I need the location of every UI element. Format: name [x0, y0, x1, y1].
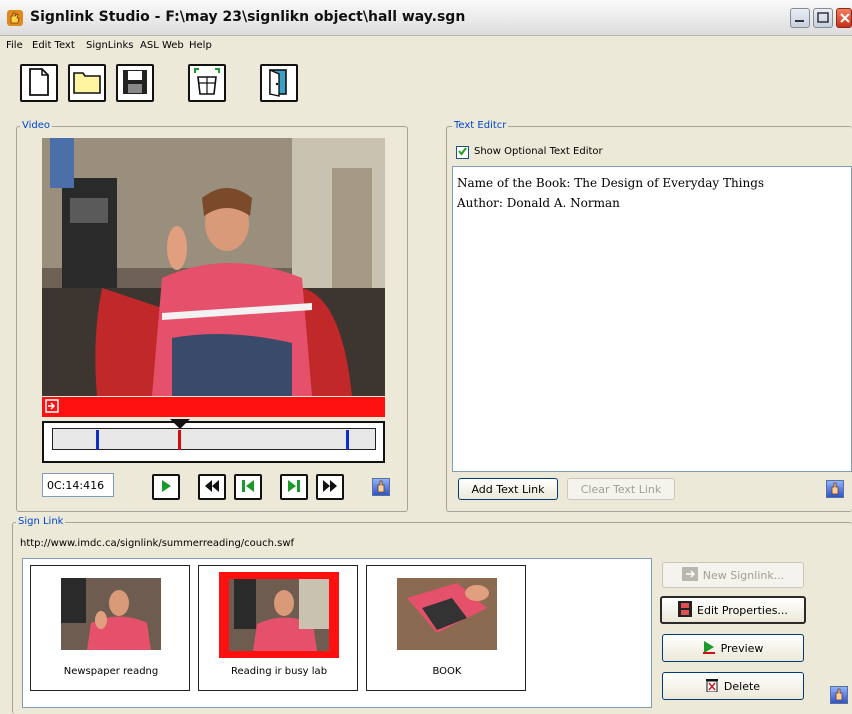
exit-button[interactable] [260, 64, 298, 102]
thumbnail-label-3: BOOK [432, 666, 462, 677]
video-status-bar [42, 397, 385, 417]
exit-door-icon [266, 67, 292, 100]
menu-signlinks[interactable]: SignLinks [86, 40, 134, 51]
preview-play-icon [702, 640, 715, 657]
playhead[interactable] [178, 430, 181, 450]
preview-button[interactable]: Preview [662, 634, 804, 662]
sign-link-help-button[interactable] [830, 686, 848, 704]
step-back-button[interactable] [234, 474, 262, 500]
app-hand-icon [6, 9, 24, 27]
open-folder-button[interactable] [68, 64, 106, 102]
properties-icon [678, 600, 693, 620]
maximize-button[interactable] [813, 8, 833, 28]
signlink-thumbnail-3[interactable]: BOOK [366, 565, 526, 691]
save-button[interactable] [116, 64, 154, 102]
capture-icon [192, 67, 222, 100]
menu-asl-web[interactable]: ASL Web [140, 40, 184, 51]
help-hand-icon [375, 479, 387, 496]
show-optional-label[interactable]: Show Optional Text Editor [474, 146, 603, 157]
trash-icon [705, 678, 718, 695]
fast-forward-button[interactable] [316, 474, 344, 500]
rewind-button[interactable] [198, 474, 226, 500]
delete-label: Delete [723, 679, 761, 693]
video-help-button[interactable] [372, 478, 390, 496]
capture-button[interactable] [188, 64, 226, 102]
thumbnail-image-3 [397, 578, 497, 650]
checkmark-icon [457, 146, 468, 160]
save-disk-icon [121, 68, 149, 99]
show-optional-checkbox[interactable] [456, 146, 469, 159]
signlink-thumbnail-1[interactable]: Newspaper readng [30, 565, 190, 691]
new-signlink-icon [681, 566, 698, 584]
help-hand-icon [829, 481, 841, 498]
edit-properties-label: Edit Properties... [697, 603, 788, 617]
play-icon [159, 478, 173, 497]
window-title: Signlink Studio - F:\may 23\signlikn obj… [30, 9, 466, 25]
signlink-thumbnail-2[interactable]: Reading ir busy lab [198, 565, 358, 691]
new-signlink-button[interactable]: New Signlink... [662, 562, 804, 588]
text-editor-area[interactable]: Name of the Book: The Design of Everyday… [452, 166, 852, 472]
thumbnail-label-2: Reading ir busy lab [230, 666, 328, 677]
step-forward-button[interactable] [280, 474, 308, 500]
minimize-button[interactable] [790, 8, 810, 28]
new-file-icon [28, 67, 50, 99]
fast-forward-icon [321, 478, 339, 497]
preview-label: Preview [720, 641, 764, 655]
text-editor-help-button[interactable] [826, 480, 844, 498]
open-folder-icon [72, 69, 102, 98]
timecode-display: 0C:14:416 [42, 473, 114, 497]
editor-line-2: Author: Donald A. Norman [457, 196, 620, 210]
sign-link-legend: Sign Link [16, 516, 66, 527]
new-signlink-label: New Signlink... [702, 568, 785, 582]
new-file-button[interactable] [20, 64, 58, 102]
step-back-icon [239, 478, 257, 497]
timeline-track[interactable] [52, 428, 376, 450]
add-text-link-button[interactable]: Add Text Link [458, 478, 558, 500]
video-frame[interactable] [42, 138, 385, 396]
thumbnail-image-2 [229, 579, 329, 651]
text-editor-legend: Text Editcr [452, 120, 509, 131]
marker-in[interactable] [96, 430, 99, 450]
menu-file[interactable]: File [6, 40, 23, 51]
close-button[interactable] [836, 8, 852, 28]
thumbnail-label-1: Newspaper readng [63, 666, 159, 677]
menu-edit-text[interactable]: Edit Text [32, 40, 75, 51]
enter-icon [45, 399, 59, 416]
menu-help[interactable]: Help [189, 40, 212, 51]
rewind-icon [203, 478, 221, 497]
thumbnail-image-1 [61, 578, 161, 650]
help-hand-icon [833, 687, 845, 704]
video-legend: Video [20, 120, 53, 131]
play-button[interactable] [152, 474, 180, 500]
marker-out[interactable] [346, 430, 349, 450]
clear-text-link-button[interactable]: Clear Text Link [567, 478, 675, 500]
edit-properties-button[interactable]: Edit Properties... [660, 596, 806, 624]
step-forward-icon [285, 478, 303, 497]
sign-link-url: http://www.imdc.ca/signlink/summerreadin… [20, 538, 295, 549]
delete-button[interactable]: Delete [662, 672, 804, 700]
editor-line-1: Name of the Book: The Design of Everyday… [457, 176, 765, 190]
playhead-handle[interactable] [170, 419, 190, 432]
